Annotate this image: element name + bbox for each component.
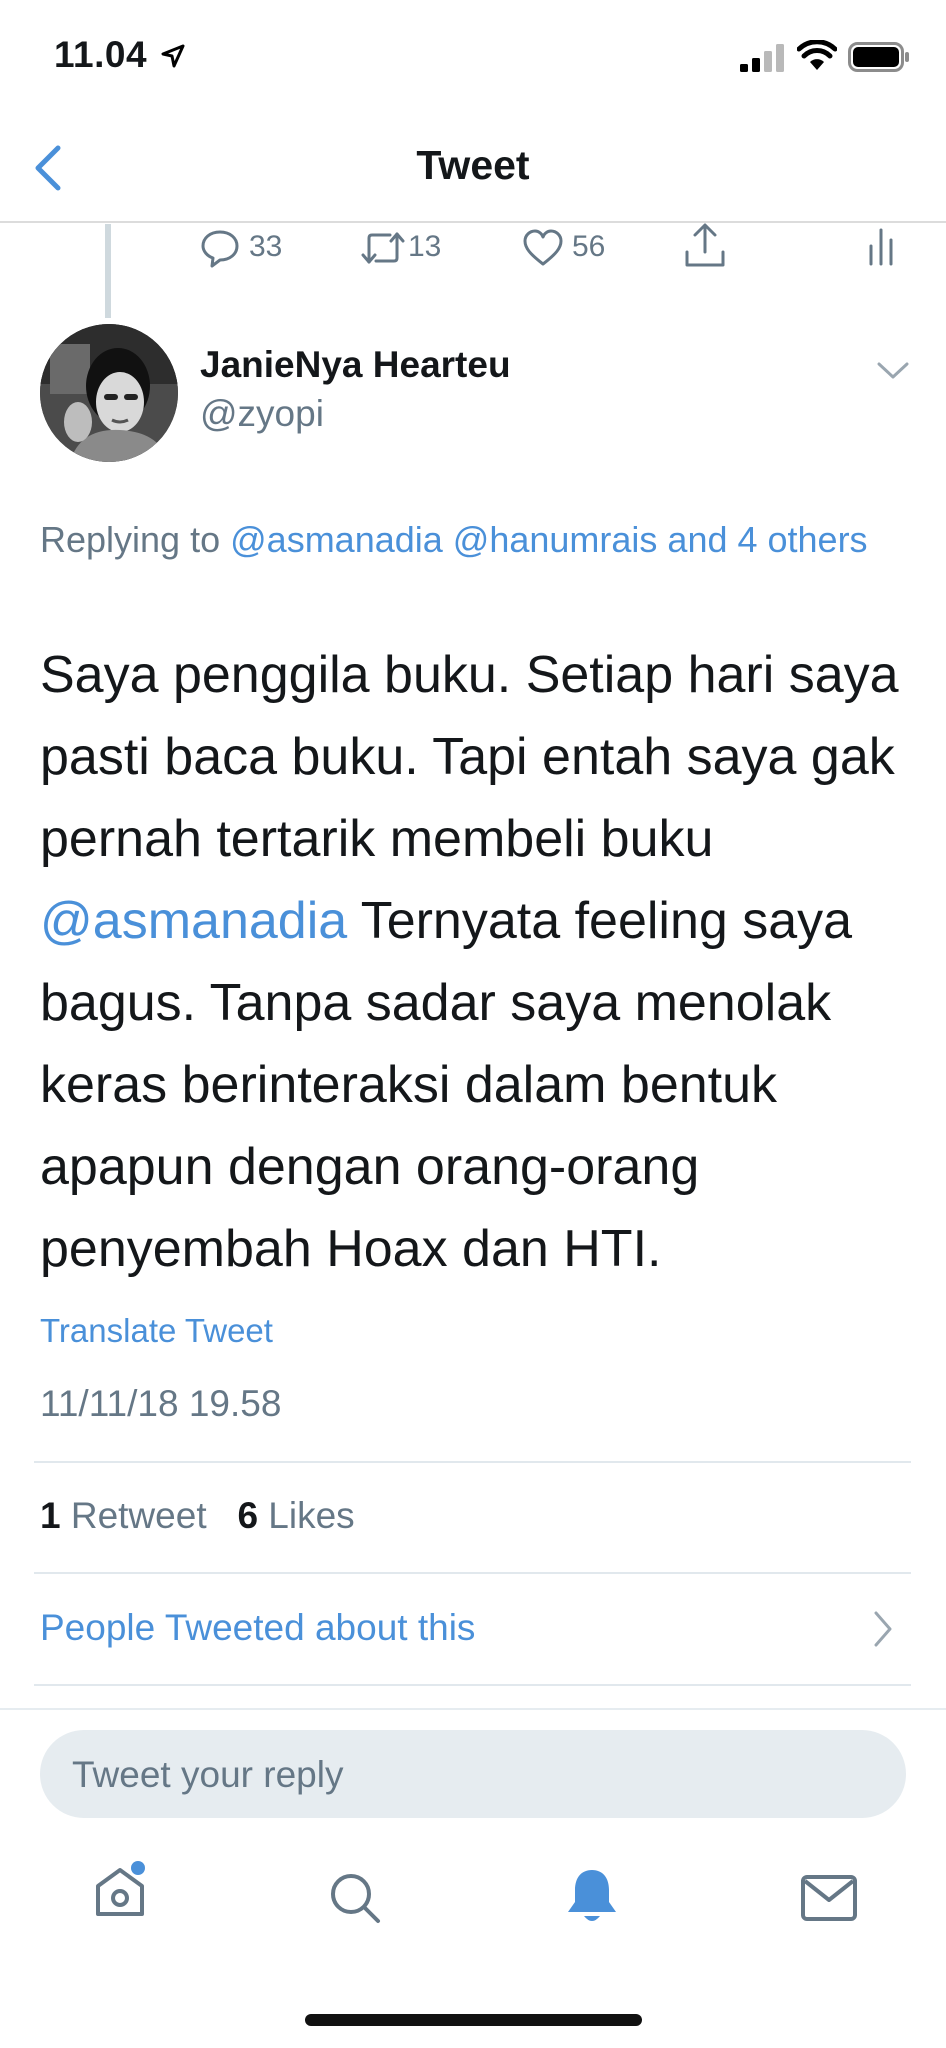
translate-tweet-link[interactable]: Translate Tweet <box>40 1312 273 1350</box>
like-count: 56 <box>572 230 606 263</box>
divider <box>34 1461 911 1463</box>
reply-icon[interactable] <box>200 228 240 268</box>
tweet-text: Saya penggila buku. Setiap hari saya pas… <box>40 634 920 1290</box>
wifi-icon <box>797 40 837 70</box>
retweet-count: 13 <box>408 230 442 263</box>
avatar-photo <box>40 324 178 462</box>
replying-mentions-link[interactable]: @asmanadia @hanumrais and 4 others <box>230 519 867 560</box>
home-indicator[interactable] <box>305 2014 642 2026</box>
retweet-total: 1 <box>40 1495 61 1536</box>
notifications-icon[interactable] <box>563 1866 621 1928</box>
nav-divider <box>0 221 946 223</box>
chevron-down-icon[interactable] <box>876 360 910 382</box>
divider <box>34 1684 911 1686</box>
retweet-icon[interactable] <box>360 228 406 268</box>
user-handle[interactable]: @zyopi <box>200 393 324 435</box>
search-icon[interactable] <box>327 1870 383 1926</box>
display-name[interactable]: JanieNya Hearteu <box>200 344 511 386</box>
cellular-signal-icon <box>740 44 784 72</box>
people-tweeted-link[interactable]: People Tweeted about this <box>40 1607 475 1649</box>
like-heart-icon[interactable] <box>522 228 564 268</box>
chevron-right-icon[interactable] <box>872 1610 894 1648</box>
home-icon[interactable] <box>90 1860 150 1920</box>
page-title: Tweet <box>416 142 530 188</box>
replying-to: Replying to @asmanadia @hanumrais and 4 … <box>40 512 870 568</box>
thread-line <box>105 224 111 318</box>
tweet-mention-link[interactable]: @asmanadia <box>40 892 347 950</box>
likes-stat[interactable]: 6 Likes <box>237 1495 354 1536</box>
retweets-stat[interactable]: 1 Retweet <box>40 1495 207 1536</box>
battery-icon <box>848 42 909 72</box>
replying-prefix: Replying to <box>40 519 221 560</box>
location-arrow-icon <box>161 44 185 68</box>
compose-divider <box>0 1708 946 1710</box>
tweet-stats: 1 Retweet 6 Likes <box>40 1495 355 1537</box>
reply-placeholder: Tweet your reply <box>72 1754 344 1795</box>
reply-count: 33 <box>249 230 283 263</box>
status-time: 11.04 <box>54 34 186 76</box>
tweet-text-part-1: Saya penggila buku. Setiap hari saya pas… <box>40 646 899 868</box>
like-label: Likes <box>268 1495 355 1536</box>
status-time-text: 11.04 <box>54 34 148 75</box>
like-total: 6 <box>237 1495 259 1536</box>
analytics-icon[interactable] <box>868 224 894 266</box>
retweet-label: Retweet <box>70 1495 207 1536</box>
divider <box>34 1572 911 1574</box>
tweet-timestamp: 11/11/18 19.58 <box>40 1383 282 1424</box>
share-icon[interactable] <box>684 222 726 268</box>
messages-icon[interactable] <box>800 1874 858 1922</box>
avatar[interactable] <box>40 324 178 462</box>
